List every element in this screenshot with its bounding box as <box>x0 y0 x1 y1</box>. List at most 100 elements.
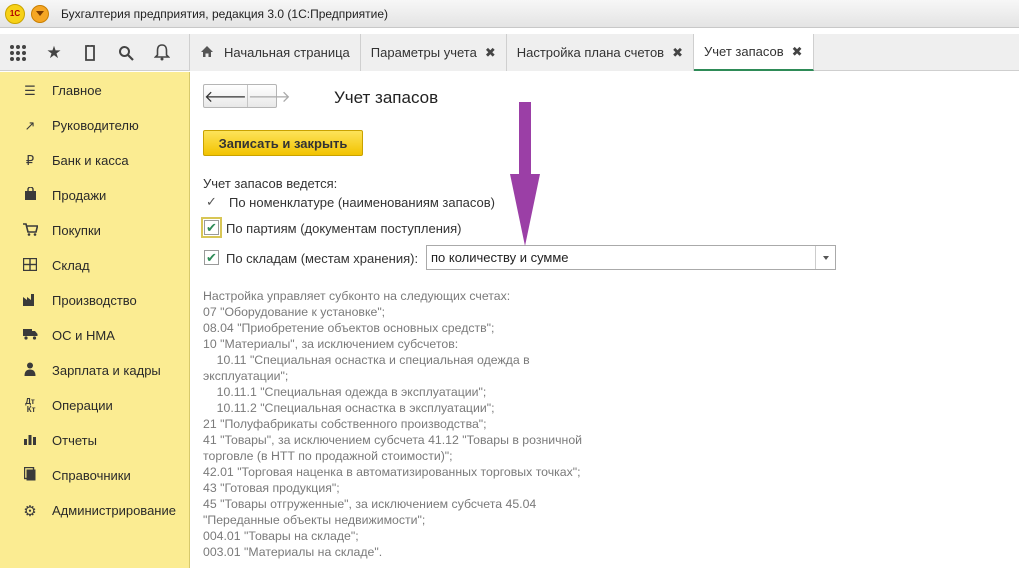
close-icon[interactable]: ✖ <box>485 45 496 61</box>
dt-kt-icon: Дт Кт <box>24 396 36 414</box>
sidebar-item-fixed-assets[interactable]: ОС и НМА <box>0 318 189 353</box>
by-nomenclature-label: По номенклатуре (наименованиям запасов) <box>229 195 495 210</box>
by-warehouses-checkbox[interactable]: ✔ <box>204 250 219 265</box>
sidebar-item-manager[interactable]: ↗ Руководителю <box>0 108 189 143</box>
info-line: эксплуатации"; <box>203 369 289 383</box>
sidebar-item-salary[interactable]: Зарплата и кадры <box>0 353 189 388</box>
annotation-arrow-icon <box>510 102 540 246</box>
info-line: 21 "Полуфабрикаты собственного производс… <box>203 417 487 431</box>
info-line: "Переданные объекты недвижимости"; <box>203 513 426 527</box>
tab-inventory-accounting[interactable]: Учет запасов ✖ <box>694 34 814 71</box>
bag-icon <box>22 186 38 204</box>
warehouse-icon <box>22 257 38 274</box>
info-line: торговле (в НТТ по продажной стоимости)"… <box>203 449 453 463</box>
sidebar-item-label: Зарплата и кадры <box>52 363 161 378</box>
sidebar-item-warehouse[interactable]: Склад <box>0 248 189 283</box>
home-icon <box>200 45 214 61</box>
info-line: Настройка управляет субконто на следующи… <box>203 289 511 303</box>
info-line: 004.01 "Товары на складе"; <box>203 529 359 543</box>
factory-icon <box>22 293 38 309</box>
main-menu-button[interactable] <box>31 4 49 23</box>
sidebar-item-operations[interactable]: Дт Кт Операции <box>0 388 189 423</box>
save-and-close-button[interactable]: Записать и закрыть <box>203 130 363 156</box>
forward-arrow-icon[interactable]: 🡒 <box>246 85 291 107</box>
sidebar-item-administration[interactable]: ⚙ Администрирование <box>0 493 189 528</box>
dropdown-button[interactable] <box>815 246 835 269</box>
by-batches-label[interactable]: По партиям (документам поступления) <box>226 221 462 236</box>
tab-accounting-parameters[interactable]: Параметры учета ✖ <box>360 34 507 71</box>
info-line: 10.11.2 "Специальная оснастка в эксплуат… <box>203 401 495 415</box>
title-bar: 1С Бухгалтерия предприятия, редакция 3.0… <box>0 0 1019 28</box>
by-warehouses-label[interactable]: По складам (местам хранения): <box>226 251 418 266</box>
sidebar-item-label: Справочники <box>52 468 131 483</box>
book-icon <box>22 466 38 484</box>
sidebar-item-label: Главное <box>52 83 102 98</box>
sidebar-item-main[interactable]: ☰ Главное <box>0 73 189 108</box>
close-icon[interactable]: ✖ <box>792 44 803 60</box>
info-line: 43 "Готовая продукция"; <box>203 481 340 495</box>
truck-icon <box>22 328 38 343</box>
info-line: 10.11.1 "Специальная одежда в эксплуатац… <box>203 385 487 399</box>
window-title: Бухгалтерия предприятия, редакция 3.0 (1… <box>61 6 389 21</box>
sidebar-item-purchases[interactable]: Покупки <box>0 213 189 248</box>
sidebar-item-label: Отчеты <box>52 433 97 448</box>
trend-icon: ↗ <box>24 117 36 133</box>
check-mark-icon: ✓ <box>206 194 217 209</box>
form-area: 🡐 🡒 Учет запасов Записать и закрыть Учет… <box>191 72 1019 568</box>
page-title: Учет запасов <box>334 88 439 107</box>
info-line: 10 "Материалы", за исключением субсчетов… <box>203 337 459 351</box>
sidebar-item-label: ОС и НМА <box>52 328 115 343</box>
sidebar-item-label: Руководителю <box>52 118 139 133</box>
gear-icon: ⚙ <box>23 502 37 520</box>
tab-chart-of-accounts-settings[interactable]: Настройка плана счетов ✖ <box>506 34 694 71</box>
history-navigation: 🡐 🡒 <box>203 84 291 108</box>
search-icon[interactable] <box>108 34 144 71</box>
sidebar-item-catalogs[interactable]: Справочники <box>0 458 189 493</box>
info-line: 41 "Товары", за исключением субсчета 41.… <box>203 433 583 447</box>
warehouse-accounting-select[interactable]: по количеству и сумме <box>426 245 836 270</box>
sidebar-item-reports[interactable]: Отчеты <box>0 423 189 458</box>
tab-label: Учет запасов <box>704 44 784 59</box>
tab-label: Параметры учета <box>370 45 477 60</box>
info-line: 003.01 "Материалы на складе". <box>203 545 383 559</box>
history-icon[interactable] <box>72 34 108 71</box>
bar-chart-icon <box>22 433 38 448</box>
quick-access-bar: ★ <box>0 34 190 71</box>
menu-lines-icon: ☰ <box>24 82 36 98</box>
checkmark-icon: ✔ <box>206 249 217 265</box>
sidebar-item-label: Продажи <box>52 188 107 203</box>
back-arrow-icon[interactable]: 🡐 <box>204 85 247 107</box>
ruble-icon: ₽ <box>25 152 35 168</box>
top-panel: ★ Начальная страница Параметры учета ✖ Н… <box>0 34 1019 71</box>
sidebar-item-production[interactable]: Производство <box>0 283 189 318</box>
chevron-down-icon <box>36 11 44 16</box>
cart-icon <box>22 222 39 239</box>
sidebar-item-sales[interactable]: Продажи <box>0 178 189 213</box>
apps-grid-icon[interactable] <box>0 34 36 71</box>
subconto-info-text: Настройка управляет субконто на следующи… <box>203 288 803 560</box>
app-logo-icon[interactable]: 1С <box>5 3 25 24</box>
sidebar-item-label: Производство <box>52 293 137 308</box>
chevron-down-icon <box>822 255 829 260</box>
accounting-mode-label: Учет запасов ведется: <box>203 176 338 191</box>
by-batches-checkbox[interactable]: ✔ <box>201 217 222 238</box>
sidebar-item-label: Склад <box>52 258 90 273</box>
sidebar-item-label: Администрирование <box>52 503 176 518</box>
tab-home[interactable]: Начальная страница <box>190 34 361 71</box>
info-line: 45 "Товары отгруженные", за исключением … <box>203 497 537 511</box>
bell-icon[interactable] <box>144 34 180 71</box>
tab-label: Настройка плана счетов <box>516 45 665 60</box>
sidebar-item-label: Банк и касса <box>52 153 129 168</box>
star-icon[interactable]: ★ <box>36 34 72 71</box>
info-line: 08.04 "Приобретение объектов основных ср… <box>203 321 495 335</box>
info-line: 42.01 "Торговая наценка в автоматизирова… <box>203 465 581 479</box>
checkmark-icon: ✔ <box>206 219 217 235</box>
info-line: 07 "Оборудование к установке"; <box>203 305 386 319</box>
person-icon <box>22 362 38 379</box>
close-icon[interactable]: ✖ <box>672 45 683 61</box>
sections-sidebar: ☰ Главное ↗ Руководителю ₽ Банк и касса Про… <box>0 72 190 568</box>
info-line: 10.11 "Специальная оснастка и специальна… <box>203 353 530 367</box>
sidebar-item-label: Операции <box>52 398 113 413</box>
tab-label: Начальная страница <box>224 45 350 60</box>
sidebar-item-bank[interactable]: ₽ Банк и касса <box>0 143 189 178</box>
